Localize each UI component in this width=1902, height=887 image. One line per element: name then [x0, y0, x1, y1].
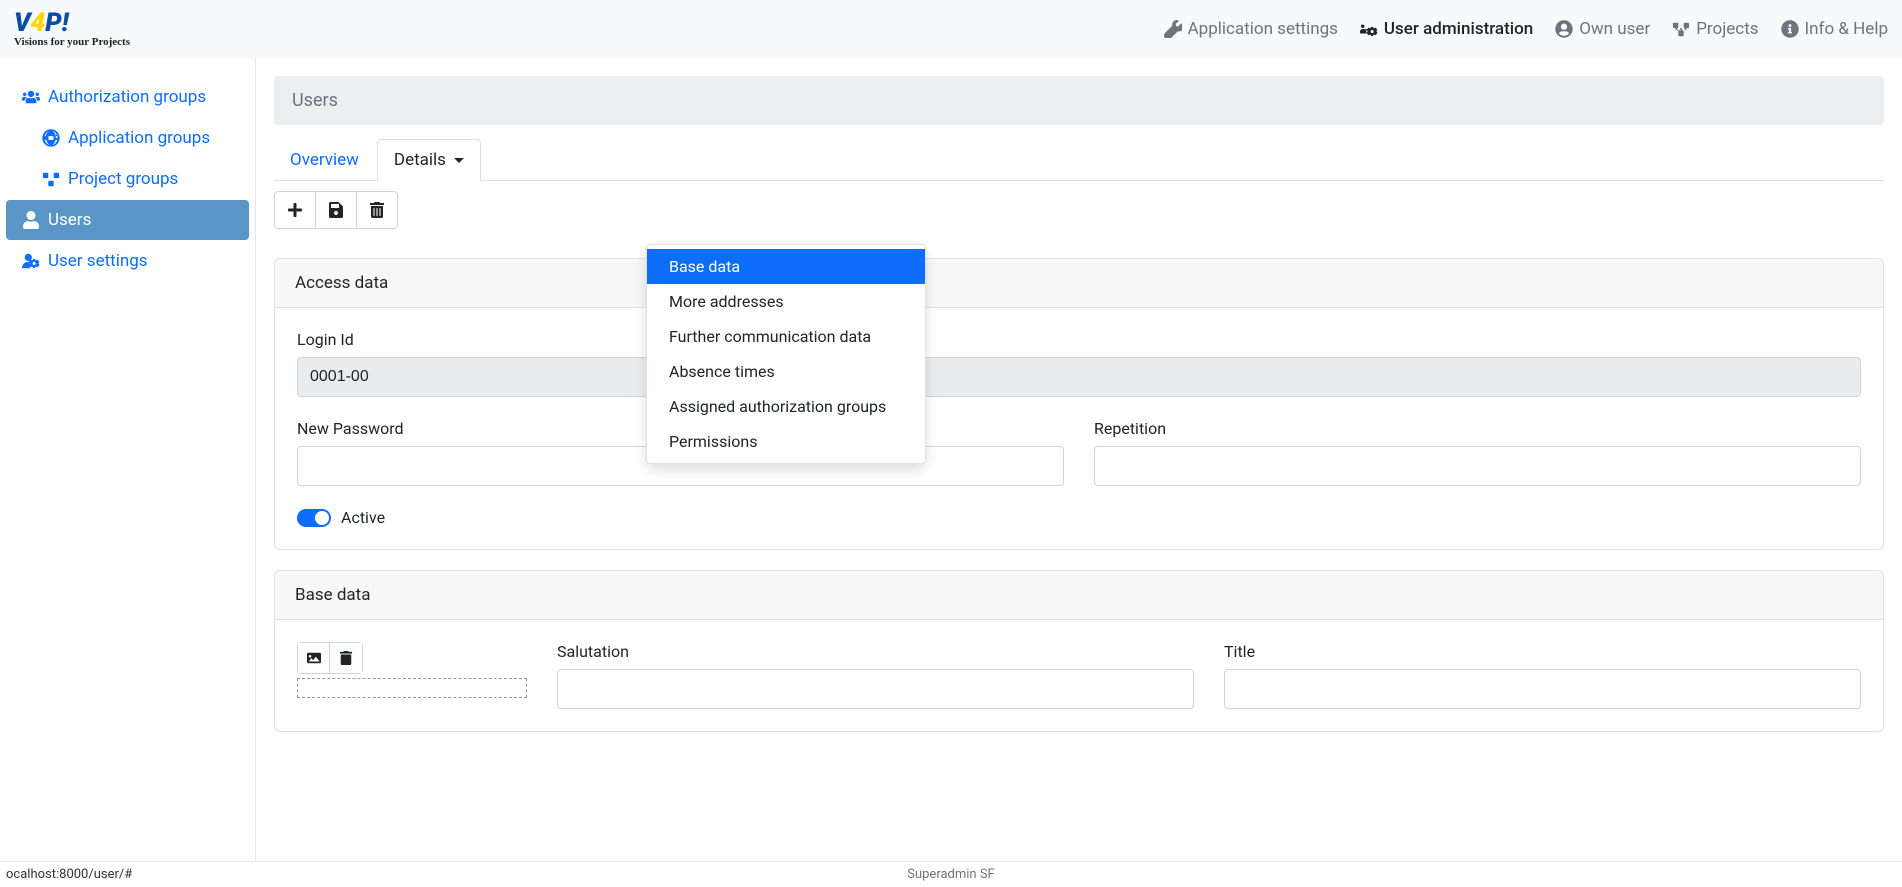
nav-projects[interactable]: Projects	[1672, 19, 1758, 39]
sidebar-item-project-groups[interactable]: Project groups	[6, 159, 249, 199]
active-toggle[interactable]	[297, 509, 331, 527]
sidebar-item-label: User settings	[48, 251, 148, 271]
sidebar-item-application-groups[interactable]: Application groups	[6, 118, 249, 158]
status-url: ocalhost:8000/user/#	[6, 867, 132, 882]
upload-image-button[interactable]	[298, 643, 330, 673]
delete-image-button[interactable]	[330, 643, 362, 673]
user-icon	[22, 211, 40, 229]
project-diagram-icon	[42, 170, 60, 188]
project-diagram-icon	[1672, 20, 1690, 38]
login-id-label: Login Id	[297, 330, 1861, 349]
repetition-input[interactable]	[1094, 446, 1861, 486]
info-circle-icon	[1781, 20, 1799, 38]
trash-icon	[368, 201, 386, 219]
main-content: Users Overview Details Base data More ad…	[256, 58, 1902, 861]
status-user: Superadmin SF	[907, 867, 995, 882]
globe-icon	[42, 129, 60, 147]
sidebar-item-user-settings[interactable]: User settings	[6, 241, 249, 281]
users-icon	[22, 88, 40, 106]
card-header: Access data	[275, 259, 1883, 308]
topbar: V4P! Visions for your Projects Applicati…	[0, 0, 1902, 58]
add-button[interactable]	[274, 191, 316, 229]
trash-icon	[337, 649, 355, 667]
nav-application-settings[interactable]: Application settings	[1164, 19, 1338, 39]
content-scroll[interactable]: Access data Login Id New Password	[274, 258, 1902, 861]
page-title: Users	[274, 76, 1884, 125]
repetition-label: Repetition	[1094, 419, 1861, 438]
sidebar-item-label: Users	[48, 210, 91, 230]
delete-button[interactable]	[356, 191, 398, 229]
image-icon	[305, 649, 323, 667]
access-data-card: Access data Login Id New Password	[274, 258, 1884, 550]
users-cog-icon	[1360, 20, 1378, 38]
logo[interactable]: V4P! Visions for your Projects	[14, 10, 130, 48]
user-cog-icon	[22, 252, 40, 270]
details-dropdown-menu: Base data More addresses Further communi…	[646, 244, 926, 464]
save-button[interactable]	[315, 191, 357, 229]
record-toolbar	[274, 191, 1884, 229]
sidebar-item-label: Application groups	[68, 128, 210, 148]
avatar-upload-zone[interactable]	[297, 678, 527, 698]
dropdown-item-absence-times[interactable]: Absence times	[647, 354, 925, 389]
image-toolbar	[297, 642, 363, 674]
user-circle-icon	[1555, 20, 1573, 38]
title-label: Title	[1224, 642, 1861, 661]
base-data-card: Base data	[274, 570, 1884, 732]
sidebar-item-label: Authorization groups	[48, 87, 206, 107]
wrench-icon	[1164, 20, 1182, 38]
sidebar-item-users[interactable]: Users	[6, 200, 249, 240]
nav-label: Own user	[1579, 19, 1650, 39]
dropdown-item-assigned-auth-groups[interactable]: Assigned authorization groups	[647, 389, 925, 424]
nav-info-help[interactable]: Info & Help	[1781, 19, 1888, 39]
nav-label: Info & Help	[1805, 19, 1888, 39]
top-nav: Application settings User administration…	[1164, 19, 1888, 39]
dropdown-item-base-data[interactable]: Base data	[647, 249, 925, 284]
dropdown-item-more-addresses[interactable]: More addresses	[647, 284, 925, 319]
card-header: Base data	[275, 571, 1883, 620]
save-icon	[327, 201, 345, 219]
tab-overview[interactable]: Overview	[274, 140, 375, 180]
salutation-label: Salutation	[557, 642, 1194, 661]
status-bar: ocalhost:8000/user/# Superadmin SF	[0, 861, 1902, 887]
dropdown-item-further-communication[interactable]: Further communication data	[647, 319, 925, 354]
tabs: Overview Details	[274, 139, 1884, 181]
logo-tagline: Visions for your Projects	[14, 36, 130, 48]
nav-own-user[interactable]: Own user	[1555, 19, 1650, 39]
dropdown-item-permissions[interactable]: Permissions	[647, 424, 925, 459]
chevron-down-icon	[454, 158, 464, 163]
sidebar-item-label: Project groups	[68, 169, 178, 189]
login-id-input	[297, 357, 1861, 397]
tab-details-label: Details	[394, 150, 446, 170]
sidebar: Authorization groups Application groups …	[0, 58, 256, 861]
tab-details[interactable]: Details	[377, 139, 481, 181]
nav-label: User administration	[1384, 19, 1533, 39]
nav-label: Application settings	[1188, 19, 1338, 39]
nav-label: Projects	[1696, 19, 1758, 39]
title-input[interactable]	[1224, 669, 1861, 709]
salutation-input[interactable]	[557, 669, 1194, 709]
sidebar-item-authorization-groups[interactable]: Authorization groups	[6, 77, 249, 117]
active-label: Active	[341, 508, 385, 527]
plus-icon	[286, 201, 304, 219]
nav-user-administration[interactable]: User administration	[1360, 19, 1533, 39]
